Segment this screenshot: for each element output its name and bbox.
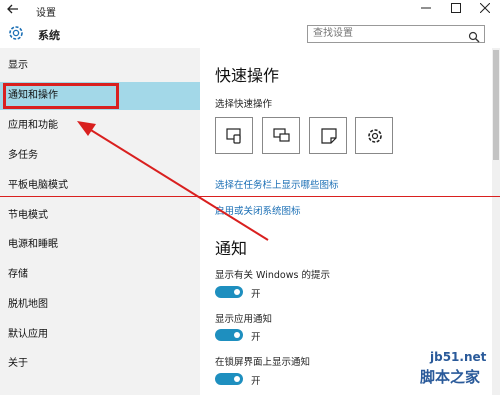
tablet-mode-icon bbox=[226, 128, 241, 144]
sidebar-item-battery-saver[interactable]: 节电模式 bbox=[0, 202, 200, 230]
app-notifications-label: 显示应用通知 bbox=[215, 314, 273, 325]
close-icon[interactable] bbox=[470, 0, 500, 20]
windows-tips-state: 开 bbox=[251, 289, 261, 300]
quick-action-tile-tablet-mode[interactable] bbox=[215, 117, 253, 154]
watermark-name: 脚本之家 bbox=[420, 368, 481, 386]
watermark-logo: jb51.net 脚本之家 bbox=[400, 350, 498, 392]
minimize-icon[interactable] bbox=[411, 0, 441, 20]
windows-tips-toggle[interactable] bbox=[215, 286, 243, 298]
windows-tips-label: 显示有关 Windows 的提示 bbox=[215, 270, 330, 281]
maximize-icon[interactable] bbox=[441, 0, 471, 20]
watermark-site: jb51.net bbox=[430, 350, 487, 364]
scrollbar[interactable] bbox=[492, 48, 500, 395]
back-arrow-icon[interactable] bbox=[6, 2, 24, 18]
system-icons-link[interactable]: 启用或关闭系统图标 bbox=[215, 203, 301, 217]
quick-action-tile-note[interactable] bbox=[309, 117, 347, 154]
sidebar-item-about[interactable]: 关于 bbox=[0, 350, 200, 378]
quick-action-tile-settings[interactable] bbox=[355, 117, 393, 154]
sidebar-item-display[interactable]: 显示 bbox=[0, 52, 200, 80]
sidebar-item-power-sleep[interactable]: 电源和睡眠 bbox=[0, 231, 200, 259]
lock-screen-notifications-label: 在锁屏界面上显示通知 bbox=[215, 357, 311, 368]
sidebar-item-offline-maps[interactable]: 脱机地图 bbox=[0, 291, 200, 319]
annotation-highlight-box bbox=[3, 83, 119, 109]
taskbar-icons-link[interactable]: 选择在任务栏上显示哪些图标 bbox=[215, 177, 339, 191]
page-header: 系统 bbox=[0, 20, 500, 48]
title-bar: 设置 bbox=[0, 0, 500, 20]
app-notifications-toggle[interactable] bbox=[215, 329, 243, 341]
window-title: 设置 bbox=[36, 8, 56, 19]
lock-screen-notifications-state: 开 bbox=[251, 376, 261, 387]
sidebar-item-default-apps[interactable]: 默认应用 bbox=[0, 321, 200, 349]
sidebar-item-storage[interactable]: 存储 bbox=[0, 261, 200, 289]
sidebar-item-apps-features[interactable]: 应用和功能 bbox=[0, 112, 200, 140]
scroll-thumb[interactable] bbox=[493, 50, 499, 160]
project-display-icon bbox=[273, 128, 290, 142]
sidebar-item-multitasking[interactable]: 多任务 bbox=[0, 142, 200, 170]
page-title: 系统 bbox=[38, 29, 60, 42]
search-icon[interactable] bbox=[468, 28, 480, 43]
search-box[interactable] bbox=[307, 25, 485, 43]
app-notifications-state: 开 bbox=[251, 332, 261, 343]
search-input[interactable] bbox=[313, 26, 453, 42]
quick-action-tile-project[interactable] bbox=[262, 117, 300, 154]
quick-actions-subheading: 选择快速操作 bbox=[215, 99, 273, 110]
lock-screen-notifications-toggle[interactable] bbox=[215, 373, 243, 385]
settings-gear-icon bbox=[368, 129, 382, 143]
notifications-heading: 通知 bbox=[215, 239, 248, 258]
note-icon bbox=[321, 128, 337, 144]
annotation-red-line bbox=[0, 196, 500, 197]
quick-actions-heading: 快速操作 bbox=[215, 66, 280, 85]
gear-icon bbox=[6, 23, 26, 43]
